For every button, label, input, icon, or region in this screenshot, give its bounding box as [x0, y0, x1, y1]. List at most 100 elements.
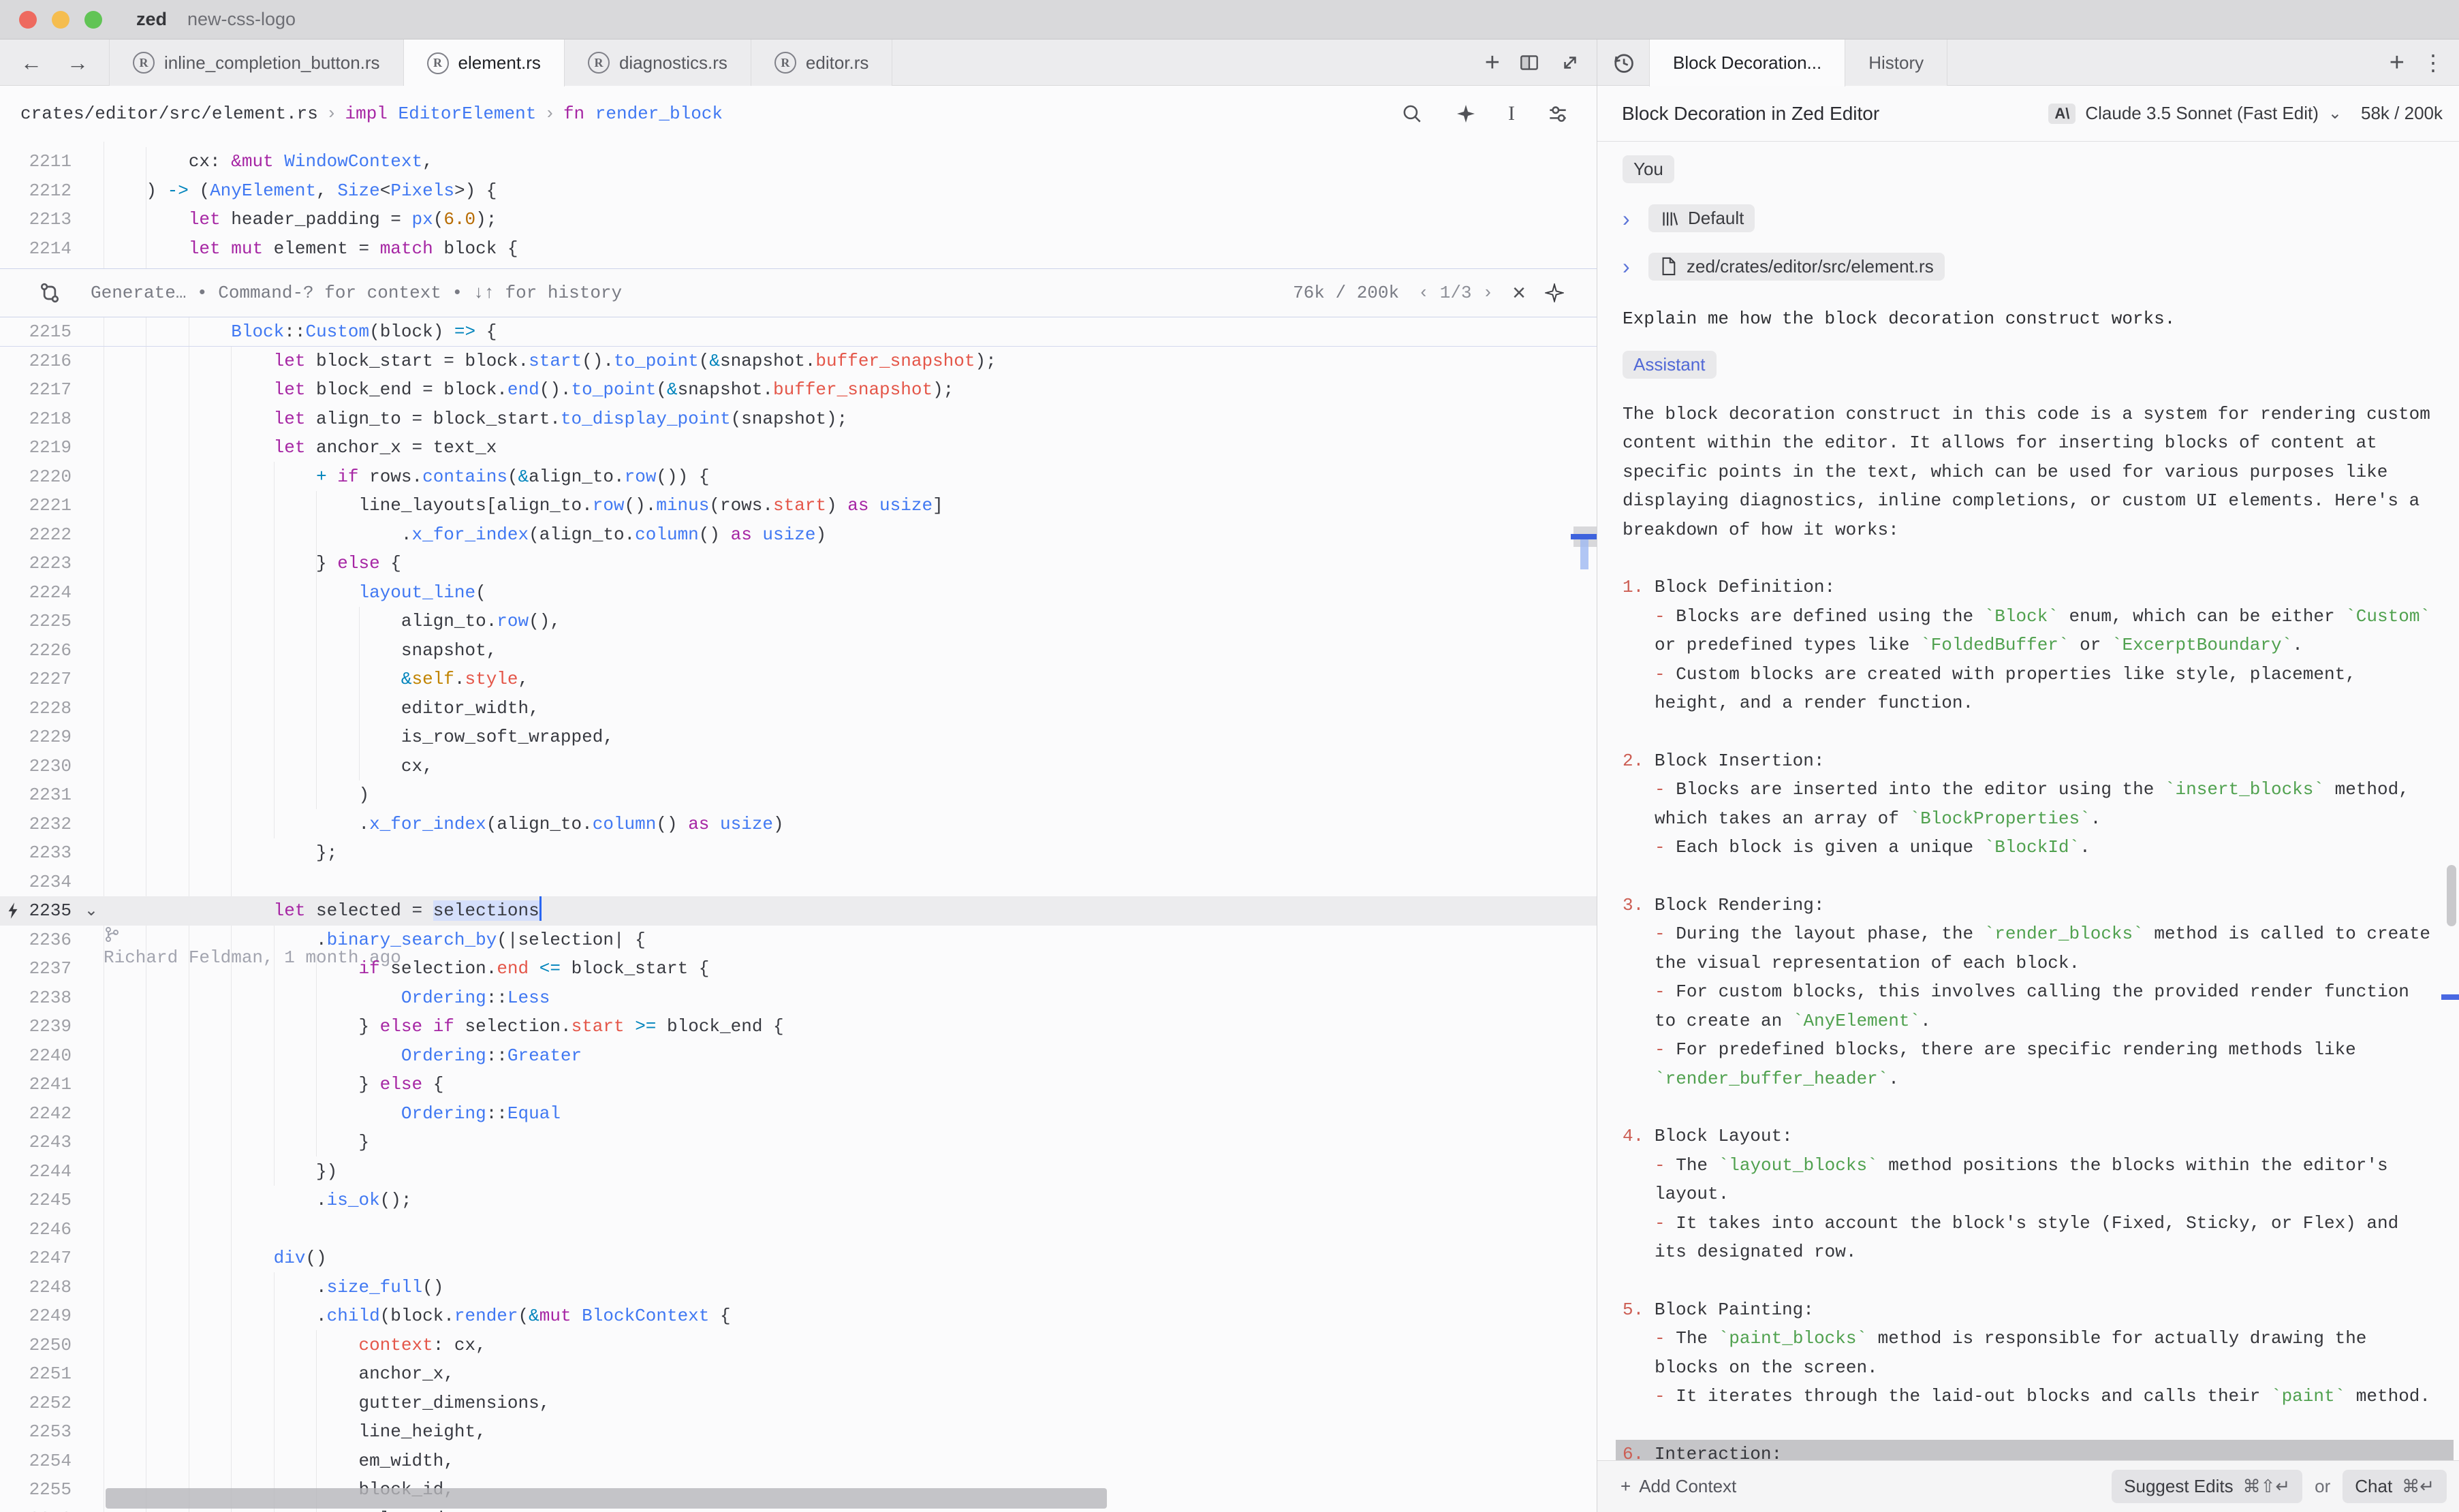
code-line[interactable]: 2235⌄ let selected = selectionsRichard F…	[0, 896, 1597, 926]
code-line[interactable]: 2217 let block_end = block.end().to_poin…	[0, 375, 1597, 405]
role-badge-user[interactable]: You	[1623, 155, 1674, 183]
chevron-right-icon[interactable]: ›	[1623, 204, 1635, 234]
code-line[interactable]: 2253 line_height,	[0, 1417, 1597, 1447]
back-icon[interactable]: ←	[20, 50, 42, 76]
fold-chevron-icon[interactable]: ⌄	[84, 896, 98, 926]
search-icon[interactable]	[1400, 102, 1424, 125]
code-line[interactable]: 2213 let header_padding = px(6.0);	[0, 205, 1597, 234]
inline-assist-bolt-icon[interactable]	[4, 901, 22, 920]
line-number[interactable]: 2227	[0, 665, 104, 694]
line-number[interactable]: 2256	[0, 1505, 104, 1512]
line-number[interactable]: 2214	[0, 234, 104, 264]
tab-element-rs[interactable]: Relement.rs	[404, 40, 565, 86]
line-number[interactable]: 2247	[0, 1244, 104, 1273]
code-line[interactable]: 2224 layout_line(	[0, 578, 1597, 608]
code-line[interactable]: 2230 cx,	[0, 752, 1597, 781]
model-selector[interactable]: A\ Claude 3.5 Sonnet (Fast Edit) ⌄	[2048, 103, 2342, 124]
line-number[interactable]: 2241	[0, 1070, 104, 1099]
conversation-title[interactable]: Block Decoration in Zed Editor	[1622, 103, 1879, 125]
user-message[interactable]: Explain me how the block decoration cons…	[1623, 304, 2440, 334]
code-line[interactable]: 2223 } else {	[0, 549, 1597, 578]
code-line[interactable]: 2236 .binary_search_by(|selection| {	[0, 926, 1597, 955]
inline-assist-icon[interactable]	[1455, 103, 1477, 125]
line-number[interactable]: 2246	[0, 1215, 104, 1244]
conversation-body[interactable]: You ›Default›zed/crates/editor/src/eleme…	[1597, 142, 2459, 1460]
line-number[interactable]: 2231	[0, 781, 104, 810]
code-line[interactable]: 2250 context: cx,	[0, 1331, 1597, 1360]
code-line[interactable]: 2214 let mut element = match block {	[0, 234, 1597, 264]
horizontal-scrollbar[interactable]	[106, 1488, 1107, 1509]
new-chat-icon[interactable]: +	[2390, 50, 2405, 76]
line-number[interactable]: 2242	[0, 1099, 104, 1129]
code-line[interactable]: 2218 let align_to = block_start.to_displ…	[0, 405, 1597, 434]
context-pill-default[interactable]: Default	[1648, 204, 1755, 232]
code-line[interactable]: 2216 let block_start = block.start().to_…	[0, 347, 1597, 376]
code-line[interactable]: 2232 .x_for_index(align_to.column() as u…	[0, 810, 1597, 839]
code-line[interactable]: 2248 .size_full()	[0, 1273, 1597, 1302]
code-line[interactable]: 2221 line_layouts[align_to.row().minus(r…	[0, 491, 1597, 520]
code-line[interactable]: 2226 snapshot,	[0, 636, 1597, 665]
text-cursor-icon[interactable]: I	[1508, 102, 1515, 125]
tab-diagnostics-rs[interactable]: Rdiagnostics.rs	[565, 40, 751, 86]
context-pill-zed-crates-editor-src-element-rs[interactable]: zed/crates/editor/src/element.rs	[1648, 253, 1945, 281]
line-number[interactable]: 2234	[0, 868, 104, 897]
line-number[interactable]: 2224	[0, 578, 104, 608]
line-number[interactable]: 2233	[0, 838, 104, 868]
line-number[interactable]: 2215	[0, 317, 104, 346]
code-line[interactable]: 2246	[0, 1215, 1597, 1244]
breadcrumb[interactable]: crates/editor/src/element.rs›impl Editor…	[20, 104, 723, 124]
code-line[interactable]: 2229 is_row_soft_wrapped,	[0, 723, 1597, 752]
line-number[interactable]: 2228	[0, 694, 104, 723]
line-number[interactable]: 2219	[0, 433, 104, 462]
minimize-window-button[interactable]	[52, 11, 69, 29]
line-number[interactable]: 2229	[0, 723, 104, 752]
line-number[interactable]: 2226	[0, 636, 104, 665]
assistant-history-icon[interactable]	[1597, 40, 1649, 86]
close-window-button[interactable]	[19, 11, 37, 29]
line-number[interactable]: 2217	[0, 375, 104, 405]
code-line[interactable]: 2228 editor_width,	[0, 694, 1597, 723]
line-number[interactable]: 2239	[0, 1012, 104, 1041]
code-line[interactable]: 2242 Ordering::Equal	[0, 1099, 1597, 1129]
code-line[interactable]: 2238 Ordering::Less	[0, 983, 1597, 1013]
code-line[interactable]: 2211 cx: &mut WindowContext,	[0, 147, 1597, 176]
role-badge-assistant[interactable]: Assistant	[1623, 351, 1717, 379]
code-line[interactable]: 2222 .x_for_index(align_to.column() as u…	[0, 520, 1597, 550]
split-pane-icon[interactable]	[1518, 51, 1541, 74]
prev-icon[interactable]: ‹	[1418, 283, 1429, 303]
panel-tab-block-decoration-[interactable]: Block Decoration...	[1649, 40, 1845, 86]
chat-button[interactable]: Chat ⌘↵	[2343, 1470, 2447, 1503]
line-number[interactable]: 2249	[0, 1302, 104, 1331]
line-number[interactable]: 2243	[0, 1128, 104, 1157]
line-number[interactable]: 2223	[0, 549, 104, 578]
code-editor[interactable]: 2211 cx: &mut WindowContext,2212 ) -> (A…	[0, 142, 1597, 1512]
editor-settings-icon[interactable]	[1546, 102, 1569, 125]
line-number[interactable]: 2251	[0, 1359, 104, 1389]
line-number[interactable]: 2230	[0, 752, 104, 781]
panel-tab-history[interactable]: History	[1845, 40, 1947, 86]
more-menu-icon[interactable]: ⋮	[2422, 50, 2444, 76]
line-number[interactable]: 2222	[0, 520, 104, 550]
close-icon[interactable]: ×	[1512, 280, 1526, 306]
code-line[interactable]: 2231 )	[0, 781, 1597, 810]
code-line[interactable]: 2239 } else if selection.start >= block_…	[0, 1012, 1597, 1041]
code-line[interactable]: 2244 })	[0, 1157, 1597, 1186]
line-number[interactable]: 2254	[0, 1447, 104, 1476]
line-number[interactable]: 2213	[0, 205, 104, 234]
line-number[interactable]: 2240	[0, 1041, 104, 1071]
line-number[interactable]: 2244	[0, 1157, 104, 1186]
code-line[interactable]: 2234	[0, 868, 1597, 897]
code-line[interactable]: 2215 Block::Custom(block) => {	[0, 317, 1597, 347]
line-number[interactable]: 2211	[0, 147, 104, 176]
model-swap-icon[interactable]	[37, 281, 62, 305]
inline-assist-prompt[interactable]: Generate… • Command-? for context • ↓↑ f…	[91, 283, 622, 303]
zoom-window-button[interactable]	[84, 11, 102, 29]
line-number[interactable]: 2236	[0, 926, 104, 955]
code-line[interactable]: 2243 }	[0, 1128, 1597, 1157]
next-icon[interactable]: ›	[1483, 283, 1494, 303]
line-number[interactable]: 2250	[0, 1331, 104, 1360]
code-line[interactable]: 2212 ) -> (AnyElement, Size<Pixels>) {	[0, 176, 1597, 206]
line-number[interactable]: 2255	[0, 1475, 104, 1505]
line-number[interactable]: 2237	[0, 954, 104, 983]
add-context-button[interactable]: + Add Context	[1620, 1476, 1736, 1497]
